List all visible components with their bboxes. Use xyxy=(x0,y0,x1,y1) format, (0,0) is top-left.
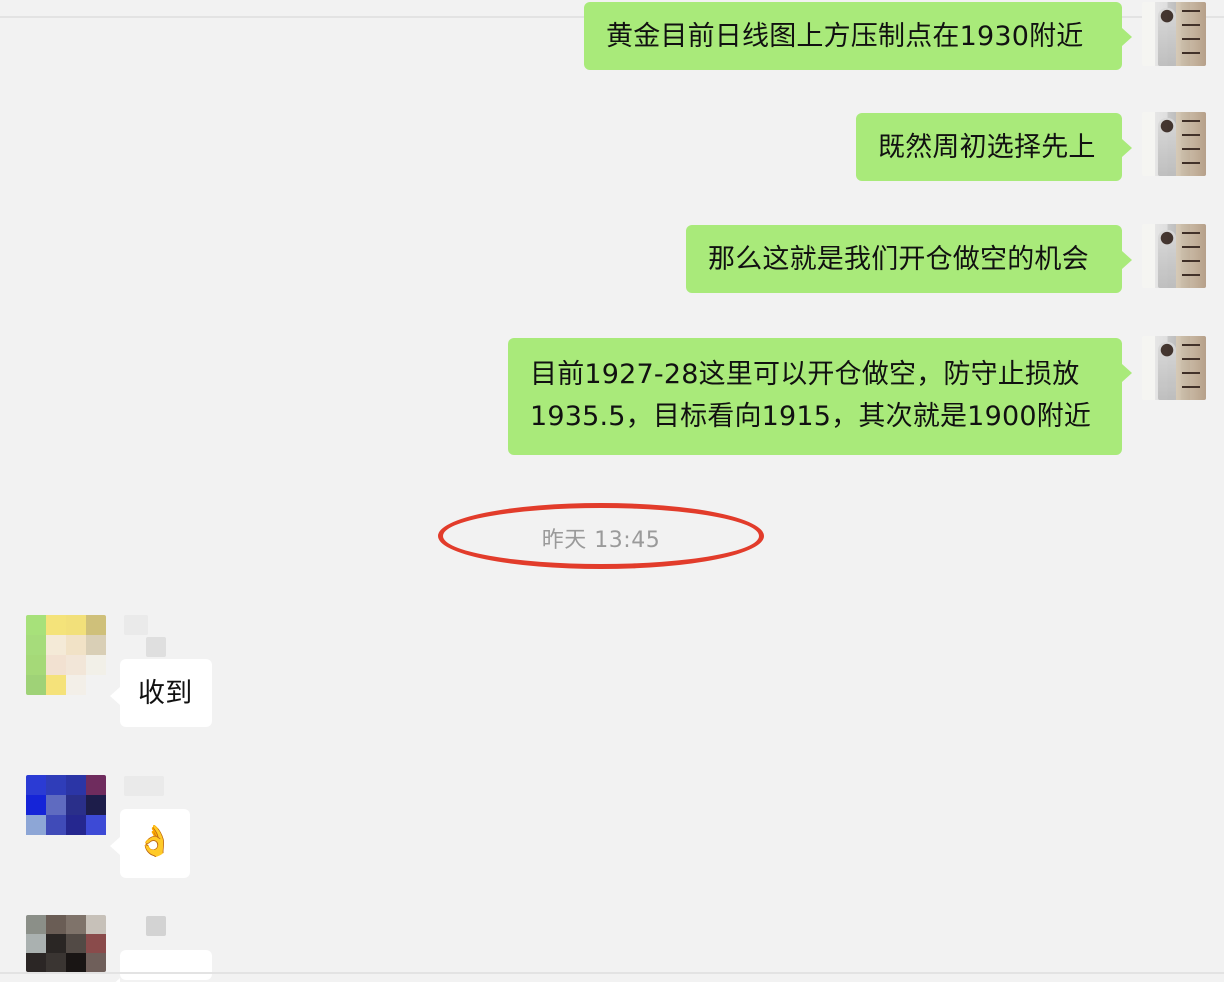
pixelated-avatar-grid xyxy=(26,615,106,695)
message-bubble-self-2[interactable]: 既然周初选择先上 xyxy=(856,113,1132,181)
chat-window: 黄金目前日线图上方压制点在1930附近 既然周初选择先上 那么这就是我们开仓做空… xyxy=(0,0,1224,982)
message-bubble-self-3[interactable]: 那么这就是我们开仓做空的机会 xyxy=(686,225,1132,293)
pixelated-avatar-grid xyxy=(26,775,106,855)
contact-name-blur xyxy=(124,776,164,796)
message-bubble-contact-3[interactable] xyxy=(110,950,212,982)
contact-name-blur xyxy=(146,637,166,657)
message-bubble-contact-1[interactable]: 收到 xyxy=(110,659,212,727)
contact-name-blur xyxy=(124,615,148,635)
message-text: 既然周初选择先上 xyxy=(878,132,1096,163)
message-text-line-1: 目前1927-28这里可以开仓做空，防守止损放 xyxy=(530,359,1080,390)
message-text: 那么这就是我们开仓做空的机会 xyxy=(708,244,1089,275)
self-avatar[interactable] xyxy=(1142,224,1206,288)
message-text-line-2: 1935.5，目标看向1915，其次就是1900附近 xyxy=(530,401,1092,432)
contact-avatar[interactable] xyxy=(26,775,106,855)
ok-hand-emoji: 👌 xyxy=(136,824,174,859)
avatar-person xyxy=(1158,230,1176,288)
avatar-person xyxy=(1158,118,1176,176)
bottom-divider xyxy=(0,972,1224,974)
avatar-background xyxy=(1176,112,1206,176)
contact-avatar[interactable] xyxy=(26,915,106,972)
message-text: 黄金目前日线图上方压制点在1930附近 xyxy=(606,21,1084,52)
timestamp: 昨天 13:45 xyxy=(541,528,661,553)
self-avatar[interactable] xyxy=(1142,112,1206,176)
avatar-background xyxy=(1176,336,1206,400)
message-bubble-self-1[interactable]: 黄金目前日线图上方压制点在1930附近 xyxy=(584,2,1132,70)
self-avatar[interactable] xyxy=(1142,336,1206,400)
contact-avatar[interactable] xyxy=(26,615,106,695)
avatar-person xyxy=(1158,342,1176,400)
self-avatar[interactable] xyxy=(1142,2,1206,66)
message-text: 收到 xyxy=(138,678,193,709)
message-bubble-self-4[interactable]: 目前1927-28这里可以开仓做空，防守止损放 1935.5，目标看向1915，… xyxy=(508,338,1132,455)
pixelated-avatar-grid xyxy=(26,915,106,972)
avatar-background xyxy=(1176,2,1206,66)
avatar-background xyxy=(1176,224,1206,288)
avatar-person xyxy=(1158,8,1176,66)
message-bubble-contact-2[interactable]: 👌 xyxy=(110,809,190,878)
timestamp-highlight: 昨天 13:45 xyxy=(438,503,764,569)
contact-name-blur xyxy=(146,916,166,936)
